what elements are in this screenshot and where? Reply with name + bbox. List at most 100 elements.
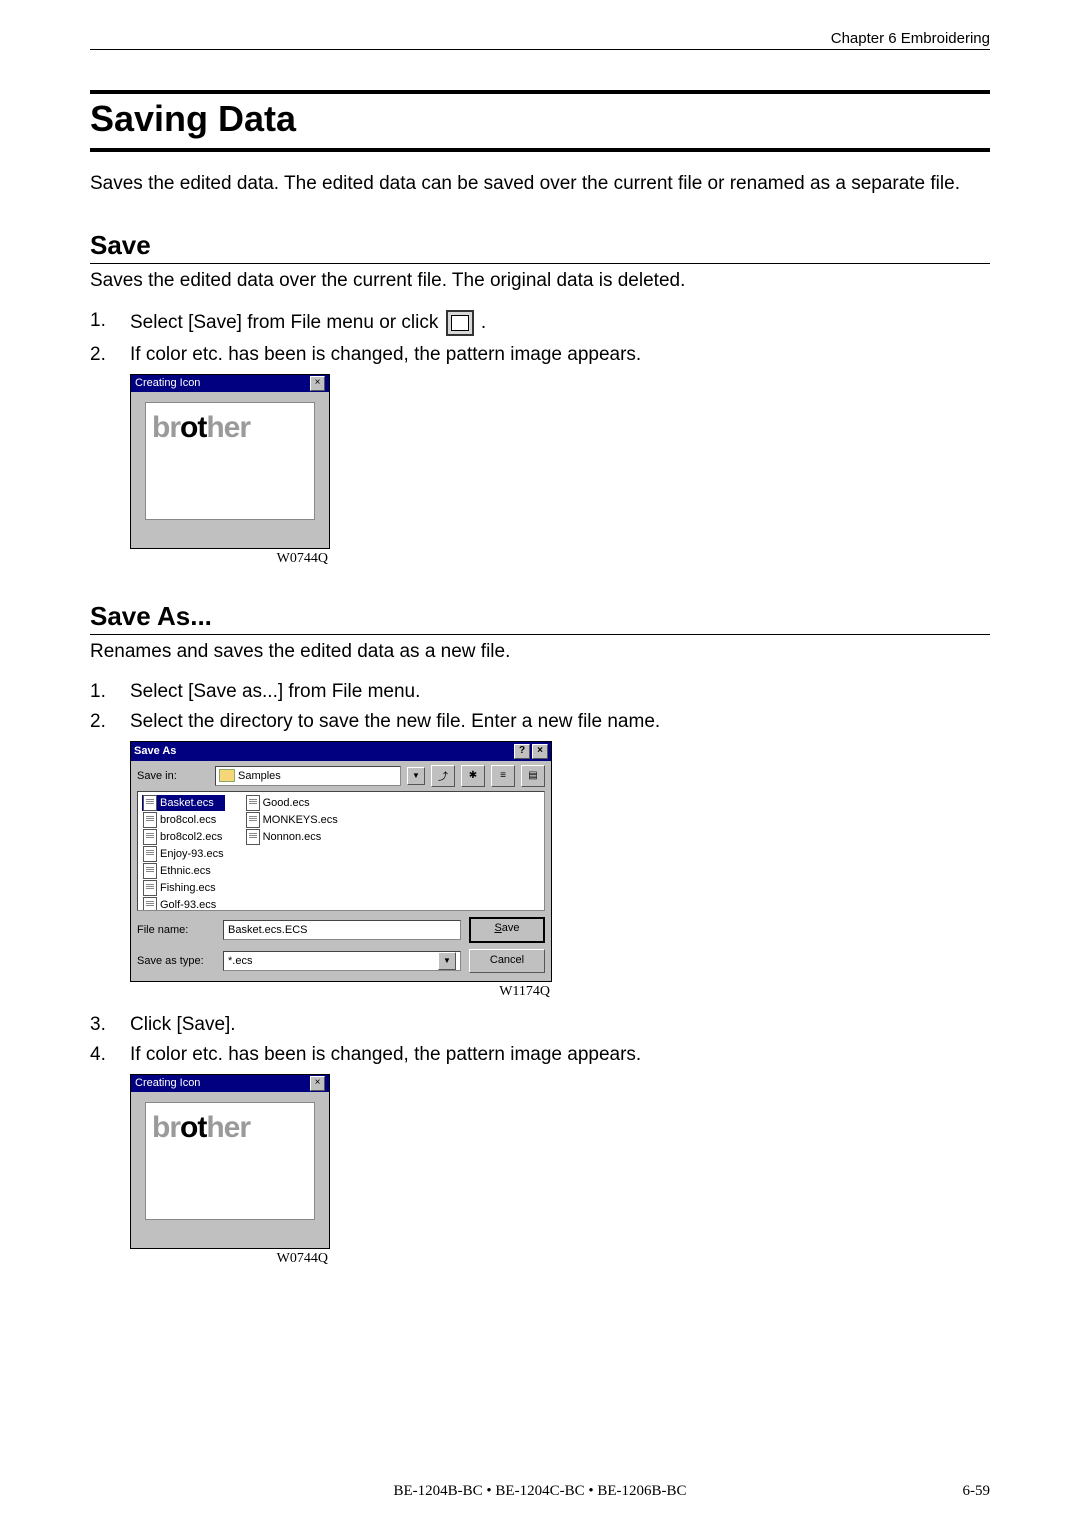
creating-icon-canvas: brother bbox=[145, 1102, 315, 1220]
file-icon bbox=[143, 863, 157, 879]
intro-text: Saves the edited data. The edited data c… bbox=[90, 172, 990, 196]
figure-code: W0744Q bbox=[130, 1251, 328, 1267]
close-icon[interactable]: × bbox=[310, 376, 325, 391]
creating-icon-canvas: brother bbox=[145, 402, 315, 520]
file-name: bro8col2.ecs bbox=[160, 831, 222, 843]
file-icon bbox=[143, 897, 157, 911]
file-icon bbox=[143, 880, 157, 896]
save-type-combo[interactable]: *.ecs ▼ bbox=[223, 951, 461, 971]
page-footer: BE-1204B-BC • BE-1204C-BC • BE-1206B-BC … bbox=[0, 1483, 1080, 1500]
file-icon bbox=[246, 795, 260, 811]
list-item[interactable]: Nonnon.ecs bbox=[245, 829, 339, 845]
step-number: 3. bbox=[90, 1014, 130, 1036]
logo-part: her bbox=[206, 1111, 250, 1144]
step-number: 1. bbox=[90, 681, 130, 703]
file-name: Good.ecs bbox=[263, 797, 310, 809]
view-list-icon[interactable]: ≡ bbox=[491, 765, 515, 787]
saveas-desc: Renames and saves the edited data as a n… bbox=[90, 641, 990, 663]
list-item[interactable]: Ethnic.ecs bbox=[142, 863, 225, 879]
save-as-titlebar: Save As ? × bbox=[131, 742, 551, 761]
file-name: MONKEYS.ecs bbox=[263, 814, 338, 826]
list-item[interactable]: Enjoy-93.ecs bbox=[142, 846, 225, 862]
up-folder-icon[interactable]: ⤴ bbox=[431, 765, 455, 787]
file-name-label: File name: bbox=[137, 924, 209, 936]
list-item[interactable]: bro8col.ecs bbox=[142, 812, 225, 828]
save-step1-post: . bbox=[481, 312, 486, 333]
logo-part: br bbox=[152, 1111, 180, 1144]
file-name: Enjoy-93.ecs bbox=[160, 848, 224, 860]
file-icon bbox=[143, 829, 157, 845]
save-button[interactable]: SSaveave bbox=[469, 917, 545, 943]
list-item[interactable]: bro8col2.ecs bbox=[142, 829, 225, 845]
figure-code: W1174Q bbox=[130, 984, 550, 1000]
save-type-label: Save as type: bbox=[137, 955, 209, 967]
figure-code: W0744Q bbox=[130, 551, 328, 567]
step-number: 2. bbox=[90, 711, 130, 733]
creating-icon-window: Creating Icon × brother bbox=[130, 374, 330, 549]
file-name: Nonnon.ecs bbox=[263, 831, 322, 843]
close-icon[interactable]: × bbox=[310, 1076, 325, 1091]
file-icon bbox=[246, 829, 260, 845]
logo-part: her bbox=[206, 411, 250, 444]
creating-icon-titlebar: Creating Icon × bbox=[131, 375, 329, 392]
save-in-value: Samples bbox=[238, 770, 281, 782]
title-block: Saving Data bbox=[90, 90, 990, 152]
page-title: Saving Data bbox=[90, 98, 990, 140]
file-name: Golf-93.ecs bbox=[160, 899, 216, 911]
list-item[interactable]: Good.ecs bbox=[245, 795, 339, 811]
saveas-step3-text: Click [Save]. bbox=[130, 1014, 990, 1036]
logo-part: br bbox=[152, 411, 180, 444]
saveas-heading: Save As... bbox=[90, 601, 990, 635]
save-in-combo[interactable]: Samples bbox=[215, 766, 401, 786]
logo-part: ot bbox=[180, 411, 206, 444]
footer-models: BE-1204B-BC • BE-1204C-BC • BE-1206B-BC bbox=[0, 1483, 1080, 1500]
file-name: Fishing.ecs bbox=[160, 882, 216, 894]
list-item[interactable]: Fishing.ecs bbox=[142, 880, 225, 896]
step-number: 4. bbox=[90, 1044, 130, 1066]
save-in-label: Save in: bbox=[137, 770, 209, 782]
file-icon bbox=[143, 812, 157, 828]
list-item[interactable]: Golf-93.ecs bbox=[142, 897, 225, 911]
saveas-step2-text: Select the directory to save the new fil… bbox=[130, 711, 990, 733]
saveas-step-3: 3. Click [Save]. bbox=[90, 1014, 990, 1036]
save-step-1: 1. Select [Save] from File menu or click… bbox=[90, 310, 990, 336]
chevron-down-icon[interactable]: ▼ bbox=[407, 767, 425, 785]
new-folder-icon[interactable]: ✱ bbox=[461, 765, 485, 787]
file-list-pane[interactable]: Basket.ecs bro8col.ecs bro8col2.ecs Enjo… bbox=[137, 791, 545, 911]
file-name: Ethnic.ecs bbox=[160, 865, 211, 877]
save-type-value: *.ecs bbox=[228, 955, 252, 967]
save-step2-text: If color etc. has been is changed, the p… bbox=[130, 344, 990, 366]
saveas-step-1: 1. Select [Save as...] from File menu. bbox=[90, 681, 990, 703]
saveas-step-2: 2. Select the directory to save the new … bbox=[90, 711, 990, 733]
save-toolbar-icon bbox=[446, 310, 474, 336]
chapter-header: Chapter 6 Embroidering bbox=[90, 30, 990, 50]
list-item[interactable]: Basket.ecs bbox=[142, 795, 225, 811]
file-name-input[interactable]: Basket.ecs.ECS bbox=[223, 920, 461, 940]
file-name: bro8col.ecs bbox=[160, 814, 216, 826]
save-as-title: Save As bbox=[134, 745, 176, 757]
close-icon[interactable]: × bbox=[532, 744, 548, 759]
brother-logo: brother bbox=[152, 413, 308, 443]
save-step1-pre: Select [Save] from File menu or click bbox=[130, 312, 444, 333]
file-icon bbox=[246, 812, 260, 828]
saveas-step-4: 4. If color etc. has been is changed, th… bbox=[90, 1044, 990, 1066]
list-item[interactable]: MONKEYS.ecs bbox=[245, 812, 339, 828]
step-number: 1. bbox=[90, 310, 130, 332]
brother-logo: brother bbox=[152, 1113, 308, 1143]
save-step-2: 2. If color etc. has been is changed, th… bbox=[90, 344, 990, 366]
chevron-down-icon[interactable]: ▼ bbox=[438, 952, 456, 970]
saveas-step1-text: Select [Save as...] from File menu. bbox=[130, 681, 990, 703]
creating-icon-title: Creating Icon bbox=[135, 377, 200, 389]
creating-icon-title: Creating Icon bbox=[135, 1077, 200, 1089]
help-icon[interactable]: ? bbox=[514, 744, 530, 759]
saveas-step4-text: If color etc. has been is changed, the p… bbox=[130, 1044, 990, 1066]
save-as-dialog: Save As ? × Save in: Samples ▼ ⤴ ✱ ≡ ▤ B… bbox=[130, 741, 552, 982]
file-icon bbox=[143, 846, 157, 862]
creating-icon-titlebar: Creating Icon × bbox=[131, 1075, 329, 1092]
folder-icon bbox=[219, 769, 235, 782]
creating-icon-window: Creating Icon × brother bbox=[130, 1074, 330, 1249]
step-number: 2. bbox=[90, 344, 130, 366]
view-details-icon[interactable]: ▤ bbox=[521, 765, 545, 787]
cancel-button[interactable]: Cancel bbox=[469, 949, 545, 973]
save-desc: Saves the edited data over the current f… bbox=[90, 270, 990, 292]
